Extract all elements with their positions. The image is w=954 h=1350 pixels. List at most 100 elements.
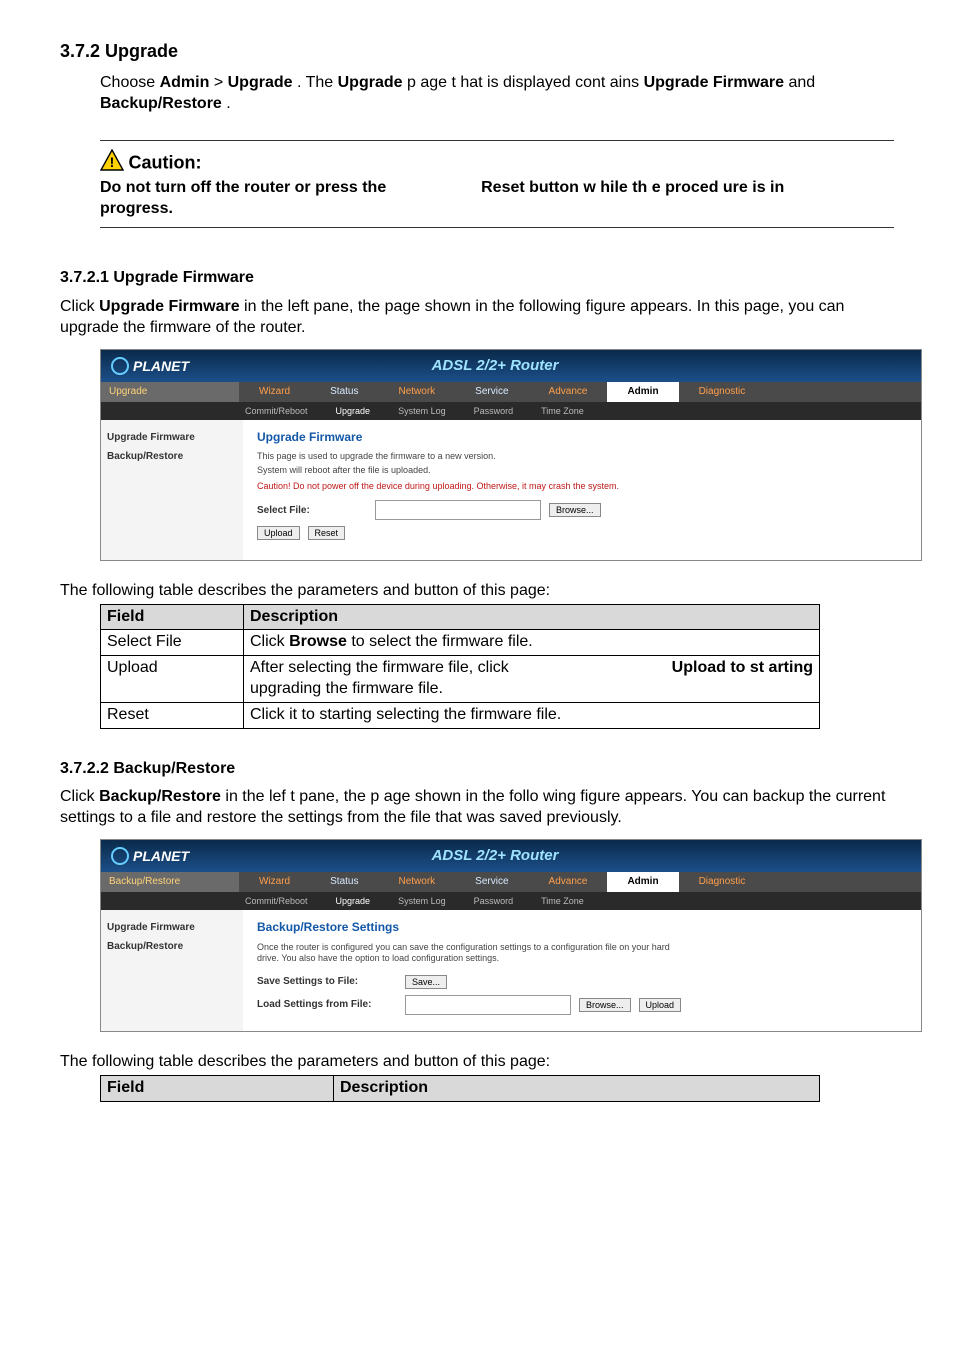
router-main-panel: Upgrade Firmware This page is used to up… <box>243 420 921 560</box>
nav-service[interactable]: Service <box>455 382 528 402</box>
planet-logo: PLANET <box>101 357 189 375</box>
sidebar-item-upgrade-firmware[interactable]: Upgrade Firmware <box>107 918 237 937</box>
th-field: Field <box>101 604 244 630</box>
nav-service[interactable]: Service <box>455 872 528 892</box>
txt: to select the firmware file. <box>347 633 533 650</box>
panel-text-2: System will reboot after the file is upl… <box>257 465 907 477</box>
section-intro: Choose Admin > Upgrade . The Upgrade p a… <box>100 73 894 115</box>
router-sidebar: Upgrade Firmware Backup/Restore <box>101 910 243 1031</box>
td-field: Upload <box>101 656 244 703</box>
nav-wizard[interactable]: Wizard <box>239 872 310 892</box>
txt: and <box>789 74 816 91</box>
nav-wizard[interactable]: Wizard <box>239 382 310 402</box>
kw-upgrade: Upgrade <box>228 74 293 91</box>
subnav-timezone[interactable]: Time Zone <box>527 402 598 420</box>
sidebar-item-backup-restore[interactable]: Backup/Restore <box>107 937 237 956</box>
browse-button[interactable]: Browse... <box>549 503 601 517</box>
txt: to st arting <box>726 659 813 676</box>
save-button[interactable]: Save... <box>405 975 447 989</box>
kw-backup-restore-2: Backup/Restore <box>99 788 221 805</box>
subsection-intro-2: Click Backup/Restore in the lef t pane, … <box>60 787 894 829</box>
load-file-input[interactable] <box>405 995 571 1015</box>
kw-upgrade-2: Upgrade <box>338 74 403 91</box>
td-field: Reset <box>101 702 244 728</box>
txt: upgrading the firmware file. <box>250 680 443 697</box>
txt: . The <box>297 74 338 91</box>
nav-crumb: Backup/Restore <box>101 872 239 892</box>
subnav-upgrade[interactable]: Upgrade <box>322 892 385 910</box>
table-row: Upload After selecting the firmware file… <box>101 656 820 703</box>
td-field: Select File <box>101 630 244 656</box>
nav-diagnostic[interactable]: Diagnostic <box>679 382 766 402</box>
logo-text: PLANET <box>133 847 189 865</box>
nav-network[interactable]: Network <box>378 872 455 892</box>
browse-button[interactable]: Browse... <box>579 998 631 1012</box>
router-main-panel: Backup/Restore Settings Once the router … <box>243 910 921 1031</box>
subnav-password[interactable]: Password <box>460 402 528 420</box>
nav-status[interactable]: Status <box>310 872 378 892</box>
caution-box: ! Caution: Do not turn off the router or… <box>100 140 894 228</box>
router-screenshot-backup: PLANET ADSL 2/2+ Router Backup/Restore W… <box>100 839 922 1032</box>
table-row: Select File Click Browse to select the f… <box>101 630 820 656</box>
sidebar-item-upgrade-firmware[interactable]: Upgrade Firmware <box>107 428 237 447</box>
load-settings-label: Load Settings from File: <box>257 998 397 1011</box>
nav-items: Wizard Status Network Service Advance Ad… <box>239 382 921 402</box>
subnav-syslog[interactable]: System Log <box>384 402 460 420</box>
subnav-commit[interactable]: Commit/Reboot <box>231 892 322 910</box>
txt: After selecting the firmware file, click <box>250 659 509 676</box>
panel-title: Backup/Restore Settings <box>257 920 907 936</box>
txt: Click <box>250 633 289 650</box>
sidebar-item-backup-restore[interactable]: Backup/Restore <box>107 447 237 466</box>
td-desc: Click it to starting selecting the firmw… <box>244 702 820 728</box>
upload-button[interactable]: Upload <box>257 526 300 540</box>
router-title: ADSL 2/2+ Router <box>189 846 801 866</box>
txt: > <box>214 74 228 91</box>
txt: Click <box>60 788 99 805</box>
param-table-1: Field Description Select File Click Brow… <box>100 604 820 729</box>
nav-admin[interactable]: Admin <box>607 382 678 402</box>
select-file-input[interactable] <box>375 500 541 520</box>
globe-icon <box>111 847 129 865</box>
nav-admin[interactable]: Admin <box>607 872 678 892</box>
nav-row: Backup/Restore Wizard Status Network Ser… <box>101 872 921 892</box>
nav-items: Wizard Status Network Service Advance Ad… <box>239 872 921 892</box>
panel-title: Upgrade Firmware <box>257 430 907 446</box>
txt: Click <box>60 298 99 315</box>
nav-advance[interactable]: Advance <box>529 872 608 892</box>
reset-button[interactable]: Reset <box>308 526 346 540</box>
caution-progress: progress. <box>100 200 173 217</box>
subnav-commit[interactable]: Commit/Reboot <box>231 402 322 420</box>
router-header: PLANET ADSL 2/2+ Router <box>101 840 921 872</box>
router-title: ADSL 2/2+ Router <box>189 356 801 376</box>
table-lead-2: The following table describes the parame… <box>60 1052 894 1073</box>
td-desc: Click Browse to select the firmware file… <box>244 630 820 656</box>
subsection-title-backup-restore: 3.7.2.2 Backup/Restore <box>60 759 894 780</box>
panel-text: Once the router is configured you can sa… <box>257 942 677 965</box>
nav-diagnostic[interactable]: Diagnostic <box>679 872 766 892</box>
caution-label: Caution: <box>128 153 201 173</box>
upload-button[interactable]: Upload <box>639 998 682 1012</box>
router-screenshot-upgrade: PLANET ADSL 2/2+ Router Upgrade Wizard S… <box>100 349 922 561</box>
kw-backup-restore: Backup/Restore <box>100 95 222 112</box>
nav-row: Upgrade Wizard Status Network Service Ad… <box>101 382 921 402</box>
panel-warning: Caution! Do not power off the device dur… <box>257 481 907 493</box>
subnav-password[interactable]: Password <box>460 892 528 910</box>
save-settings-label: Save Settings to File: <box>257 975 397 988</box>
caution-text-left: Do not turn off the router or press the <box>100 179 386 196</box>
subsection-title-upgrade-fw: 3.7.2.1 Upgrade Firmware <box>60 268 894 289</box>
panel-text-1: This page is used to upgrade the firmwar… <box>257 451 907 463</box>
txt: Choose <box>100 74 160 91</box>
nav-network[interactable]: Network <box>378 382 455 402</box>
subnav-timezone[interactable]: Time Zone <box>527 892 598 910</box>
nav-advance[interactable]: Advance <box>529 382 608 402</box>
logo-text: PLANET <box>133 357 189 375</box>
subnav-upgrade[interactable]: Upgrade <box>322 402 385 420</box>
kw-upload: Upload <box>672 659 726 676</box>
nav-status[interactable]: Status <box>310 382 378 402</box>
kw-upgrade-firmware-2: Upgrade Firmware <box>99 298 239 315</box>
svg-text:!: ! <box>110 154 115 170</box>
td-desc: After selecting the firmware file, click… <box>244 656 820 703</box>
planet-logo: PLANET <box>101 847 189 865</box>
subnav-syslog[interactable]: System Log <box>384 892 460 910</box>
param-table-2: Field Description <box>100 1075 820 1102</box>
